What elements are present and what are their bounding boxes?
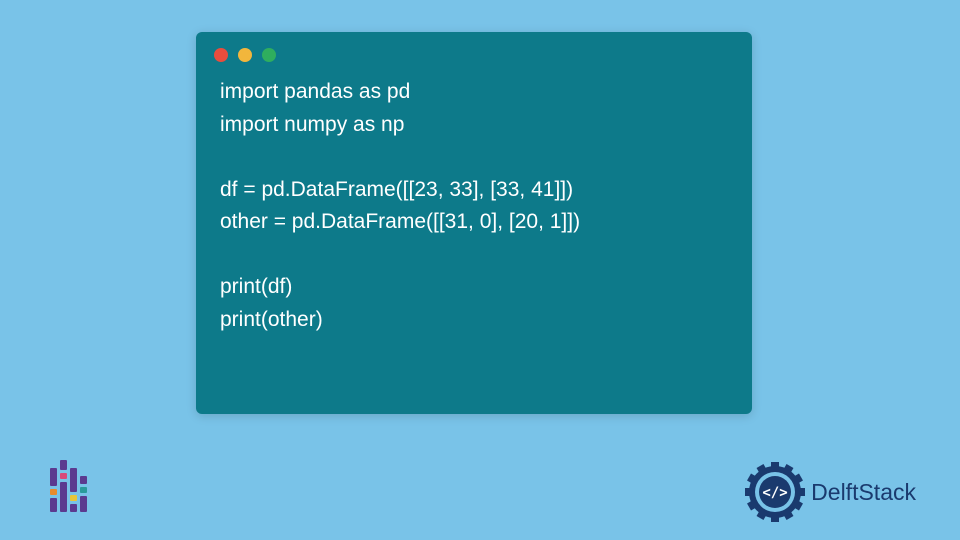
minimize-dot-icon (238, 48, 252, 62)
window-controls (196, 32, 752, 70)
column-chart-icon (50, 460, 87, 512)
code-line: print(df) (220, 275, 292, 298)
gear-code-icon: </> (745, 462, 805, 522)
code-line: import numpy as np (220, 113, 404, 136)
delftstack-logo: </> DelftStack (745, 462, 916, 522)
code-window: import pandas as pd import numpy as np d… (196, 32, 752, 414)
code-line: import pandas as pd (220, 80, 410, 103)
brand-name: DelftStack (811, 479, 916, 506)
code-line: print(other) (220, 308, 323, 331)
code-line: other = pd.DataFrame([[31, 0], [20, 1]]) (220, 210, 580, 233)
maximize-dot-icon (262, 48, 276, 62)
close-dot-icon (214, 48, 228, 62)
code-line: df = pd.DataFrame([[23, 33], [33, 41]]) (220, 178, 573, 201)
code-body: import pandas as pd import numpy as np d… (196, 70, 752, 356)
svg-text:</>: </> (763, 485, 788, 501)
